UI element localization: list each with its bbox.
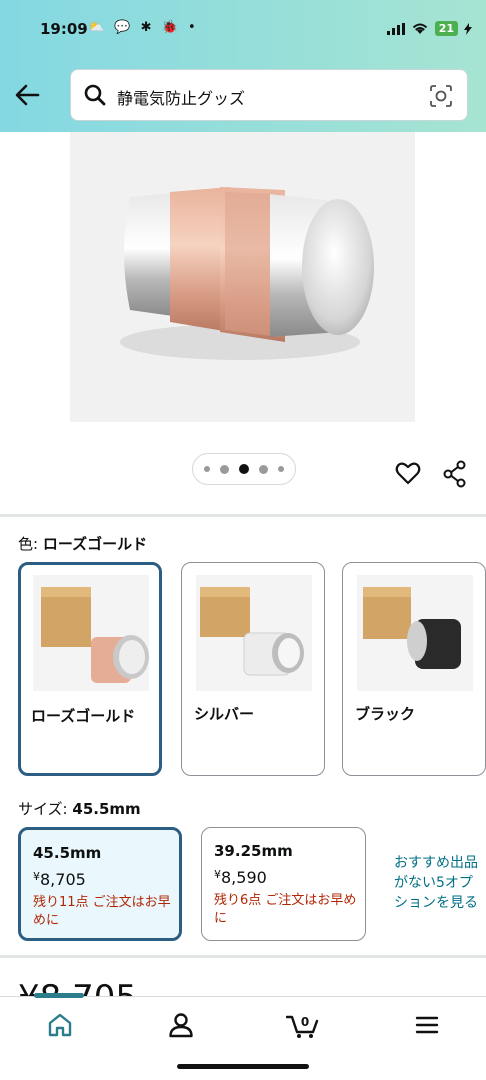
color-option-rose-gold[interactable]: ローズゴールド — [18, 562, 162, 776]
color-option-silver[interactable]: シルバー — [181, 562, 325, 776]
size-name: 45.5mm — [33, 844, 102, 862]
stock-notice: 残り6点 ご注文はお早めに — [214, 893, 357, 926]
size-label: サイズ: — [18, 800, 68, 818]
product-photo — [70, 132, 415, 422]
status-right: 21 — [386, 21, 472, 36]
search-query: 静電気防止グッズ — [117, 89, 246, 108]
page-dot-active — [239, 464, 249, 474]
stock-notice: 残り11点 ご注文はお早めに — [33, 895, 171, 928]
swatch-label: ローズゴールド — [31, 707, 136, 725]
size-name: 39.25mm — [214, 842, 293, 860]
color-heading: 色: ローズゴールド — [18, 533, 147, 554]
color-label: 色: — [18, 535, 39, 553]
status-time: 19:09 — [40, 20, 88, 38]
size-price: ¥8,590 — [214, 868, 267, 887]
color-option-black[interactable]: ブラック — [342, 562, 486, 776]
page-dot — [278, 466, 284, 472]
search-input[interactable]: 静電気防止グッズ — [70, 69, 468, 121]
camera-scan-icon[interactable] — [429, 84, 453, 108]
home-icon[interactable] — [46, 1011, 74, 1039]
status-bar: 19:09 ⛅ 💬 ✱ 🐞 • 21 — [0, 0, 486, 60]
currency-symbol: ¥ — [33, 870, 40, 883]
notification-icons: ⛅ 💬 ✱ 🐞 • — [88, 20, 199, 35]
size-price: ¥8,705 — [33, 870, 86, 889]
bottom-nav: 0 — [0, 993, 486, 1052]
menu-icon[interactable] — [413, 1011, 441, 1039]
gesture-home-bar[interactable] — [177, 1064, 309, 1069]
size-heading: サイズ: 45.5mm — [18, 798, 141, 819]
heart-icon[interactable] — [395, 460, 421, 486]
page-dot — [204, 466, 210, 472]
image-pagination[interactable] — [192, 453, 296, 485]
account-icon[interactable] — [167, 1011, 195, 1039]
price-value: 8,705 — [40, 870, 86, 889]
section-divider — [0, 514, 486, 517]
charging-icon — [464, 22, 472, 35]
battery-indicator: 21 — [434, 21, 458, 36]
size-selected-value: 45.5mm — [72, 800, 141, 818]
wifi-icon — [412, 23, 427, 34]
svg-text:0: 0 — [301, 1015, 309, 1029]
color-selected-value: ローズゴールド — [42, 535, 148, 553]
swatch-label: シルバー — [194, 705, 255, 723]
share-icon[interactable] — [442, 460, 468, 488]
swatch-label: ブラック — [355, 705, 416, 723]
back-arrow-icon[interactable] — [12, 80, 42, 110]
cart-icon[interactable]: 0 — [286, 1011, 320, 1039]
currency-symbol: ¥ — [214, 868, 221, 881]
section-divider — [0, 955, 486, 958]
swatch-image — [196, 575, 312, 691]
nav-active-indicator — [34, 993, 84, 998]
search-header: 静電気防止グッズ — [0, 60, 486, 132]
size-option-39-25mm[interactable]: 39.25mm ¥8,590 残り6点 ご注文はお早めに — [201, 827, 366, 941]
swatch-image — [357, 575, 473, 691]
page-dot — [259, 464, 268, 474]
size-option-45-5mm[interactable]: 45.5mm ¥8,705 残り11点 ご注文はお早めに — [18, 827, 182, 941]
signal-icon — [386, 22, 405, 35]
price-value: 8,590 — [221, 868, 267, 887]
page-dot — [220, 464, 229, 474]
swatch-image — [33, 575, 149, 691]
search-icon — [84, 84, 106, 106]
more-options-link[interactable]: おすすめ出品がない5オプションを見る — [394, 853, 486, 913]
product-image[interactable] — [70, 132, 415, 422]
